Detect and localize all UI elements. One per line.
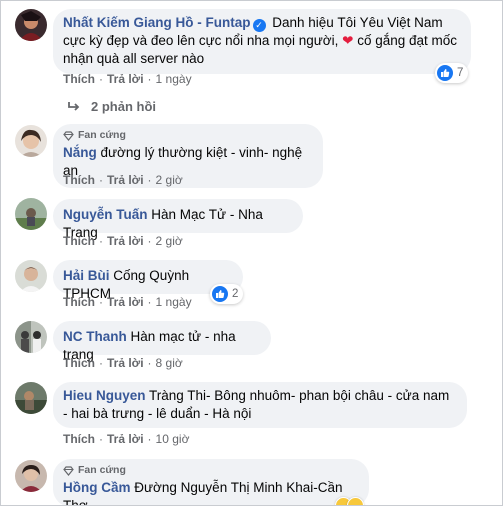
comment-bubble: Hieu Nguyen Tràng Thi- Bông nhuôm- phan …: [53, 382, 467, 428]
comment-actions: Thích · Trả lời · 10 giờ: [63, 432, 190, 446]
comment-actions: Thích · Trả lời · 2 giờ: [63, 173, 183, 187]
comment-actions: Thích · Trả lời · 1 ngày: [63, 72, 192, 86]
comment-author[interactable]: Nhất Kiếm Giang Hồ - Funtap: [63, 15, 251, 30]
reply-link[interactable]: Trả lời: [107, 432, 144, 446]
avatar[interactable]: [15, 125, 47, 157]
comment-actions: Thích · Trả lời · 1 ngày: [63, 295, 192, 309]
comment-author[interactable]: NC Thanh: [63, 329, 127, 344]
avatar[interactable]: [15, 260, 47, 292]
comment-bubble: Nhất Kiếm Giang Hồ - Funtap ✓ Danh hiệu T…: [53, 9, 471, 74]
reaction-count-value: 2: [232, 288, 239, 300]
like-link[interactable]: Thích: [63, 234, 95, 248]
like-reaction-icon: [212, 286, 228, 302]
like-reaction-icon: [437, 65, 453, 81]
comment-author[interactable]: Hải Bùi: [63, 268, 110, 283]
reply-link[interactable]: Trả lời: [107, 356, 144, 370]
avatar[interactable]: [15, 321, 47, 353]
verified-badge-icon: ✓: [252, 19, 266, 32]
comment-bubble: Fan cứng Hồng Cầm Đường Nguyễn Thị Minh …: [53, 459, 369, 505]
heart-icon: ❤: [342, 33, 354, 48]
reply-link[interactable]: Trả lời: [107, 72, 144, 86]
like-link[interactable]: Thích: [63, 432, 95, 446]
comment-bubble: NC Thanh Hàn mạc tử - nha trang: [53, 321, 271, 362]
comment-time[interactable]: 10 giờ: [156, 432, 190, 446]
avatar-image: [15, 9, 47, 41]
fan-badge-label: Fan cứng: [78, 129, 126, 141]
avatar-image: [15, 260, 47, 292]
avatar-image: [15, 198, 47, 230]
comment-time[interactable]: 2 giờ: [156, 234, 183, 248]
comment-time[interactable]: 8 giờ: [156, 356, 183, 370]
reaction-count[interactable]: 7: [435, 63, 469, 83]
reaction-count[interactable]: 2: [210, 284, 244, 304]
comment-author[interactable]: Hồng Cầm: [63, 480, 131, 495]
fan-badge: Fan cứng: [63, 129, 311, 142]
reaction-count-value: 7: [457, 67, 464, 79]
like-link[interactable]: Thích: [63, 173, 95, 187]
fan-badge-label: Fan cứng: [78, 464, 126, 476]
comment-time[interactable]: 2 giờ: [156, 173, 183, 187]
view-replies-button[interactable]: 2 phản hồi: [67, 99, 156, 114]
replies-count-label: 2 phản hồi: [91, 99, 156, 114]
reply-link[interactable]: Trả lời: [107, 234, 144, 248]
avatar-image: [15, 382, 47, 414]
fan-badge: Fan cứng: [63, 464, 357, 477]
reply-link[interactable]: Trả lời: [107, 173, 144, 187]
diamond-icon: [63, 130, 74, 141]
diamond-icon: [63, 465, 74, 476]
like-link[interactable]: Thích: [63, 72, 95, 86]
comment-time[interactable]: 1 ngày: [156, 72, 192, 86]
avatar[interactable]: [15, 460, 47, 492]
comment-bubble: Nguyễn Tuấn Hàn Mạc Tử - Nha Trang: [53, 199, 303, 240]
like-link[interactable]: Thích: [63, 356, 95, 370]
comment-author[interactable]: Hieu Nguyen: [63, 388, 146, 403]
comment-author[interactable]: Nguyễn Tuấn: [63, 207, 148, 222]
like-link[interactable]: Thích: [63, 295, 95, 309]
reply-link[interactable]: Trả lời: [107, 295, 144, 309]
avatar-image: [15, 460, 47, 492]
avatar[interactable]: [15, 198, 47, 230]
avatar-image: [15, 321, 47, 353]
comments-panel: Nhất Kiếm Giang Hồ - Funtap ✓ Danh hiệu T…: [0, 0, 503, 506]
comment-actions: Thích · Trả lời · 8 giờ: [63, 356, 183, 370]
comment-time[interactable]: 1 ngày: [156, 295, 192, 309]
reply-arrow-icon: [68, 101, 80, 111]
avatar-image: [15, 125, 47, 157]
comment-author[interactable]: Nắng: [63, 145, 97, 160]
avatar[interactable]: [15, 9, 47, 41]
comment-actions: Thích · Trả lời · 2 giờ: [63, 234, 183, 248]
avatar[interactable]: [15, 382, 47, 414]
